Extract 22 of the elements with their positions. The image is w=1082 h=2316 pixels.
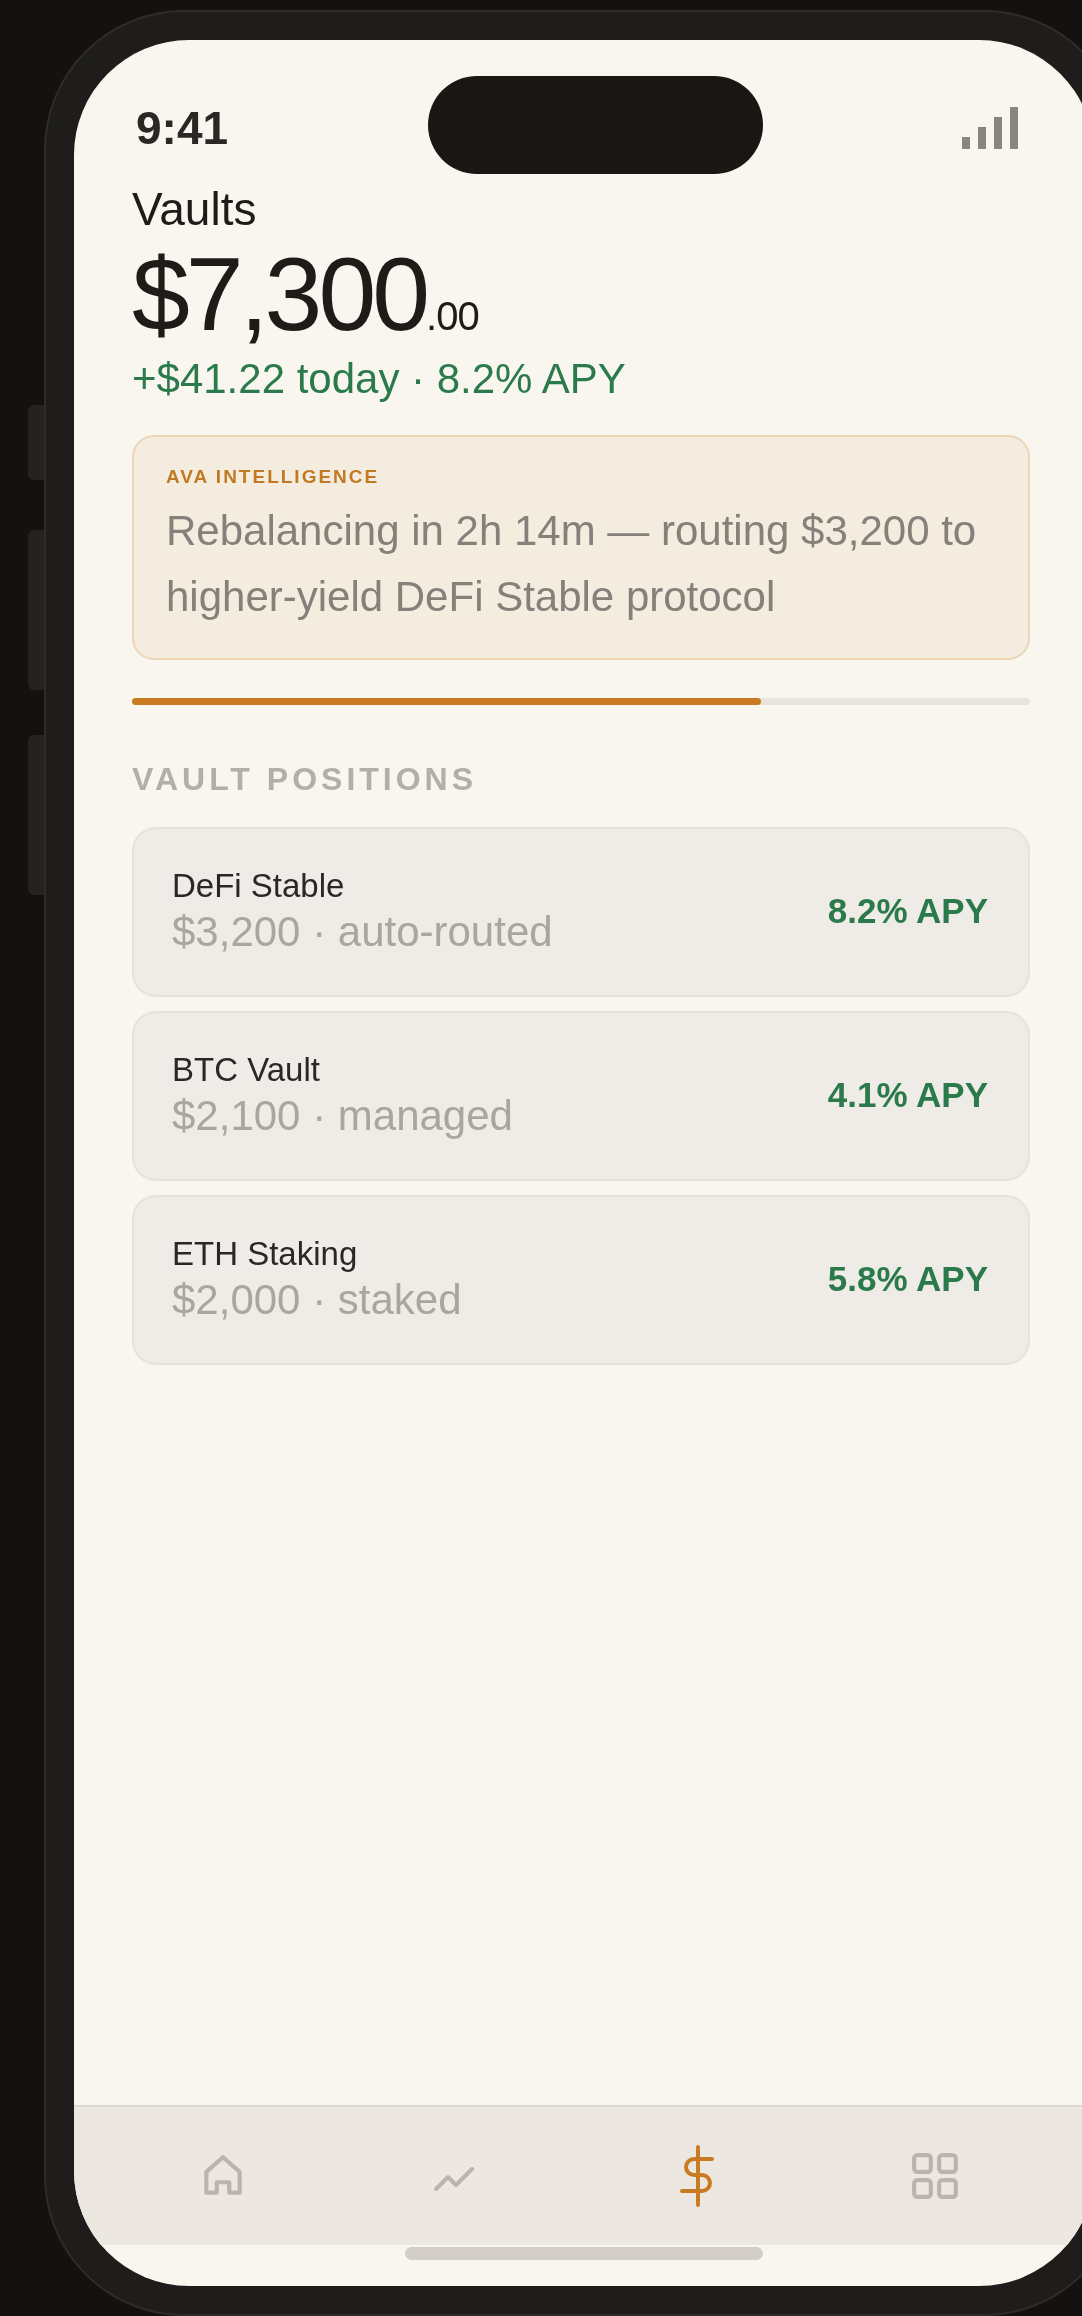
vault-card[interactable]: DeFi Stable $3,200 · auto-routed 8.2% APY xyxy=(132,826,1030,997)
vault-card[interactable]: ETH Staking $2,000 · staked 5.8% APY xyxy=(132,1194,1030,1365)
signal-icon xyxy=(962,107,1020,149)
vault-detail: $2,100 · managed xyxy=(172,1090,513,1141)
vault-detail: $3,200 · auto-routed xyxy=(172,906,553,957)
status-time: 9:41 xyxy=(136,100,229,156)
vault-name: DeFi Stable xyxy=(172,865,346,906)
vault-name: ETH Staking xyxy=(172,1233,359,1274)
vault-detail: $2,000 · staked xyxy=(172,1274,462,1325)
insight-label: AVA INTELLIGENCE xyxy=(166,465,381,489)
insight-text: Rebalancing in 2h 14m — routing $3,200 to higher-yield DeFi Stable protocol xyxy=(166,505,978,622)
balance-cents: .00 xyxy=(426,294,479,338)
grid-icon xyxy=(910,2151,961,2201)
vault-card[interactable]: BTC Vault $2,100 · managed 4.1% APY xyxy=(132,1010,1030,1181)
section-heading: VAULT POSITIONS xyxy=(132,759,479,799)
vault-apy: 8.2% APY xyxy=(827,890,988,933)
balance-amount: $7,300 xyxy=(132,239,427,349)
vault-apy: 5.8% APY xyxy=(827,1258,988,1301)
daily-change: +$41.22 today · 8.2% APY xyxy=(132,354,627,404)
vault-apy: 4.1% APY xyxy=(827,1074,988,1117)
page-title: Vaults xyxy=(132,182,258,237)
vault-name: BTC Vault xyxy=(172,1049,321,1090)
